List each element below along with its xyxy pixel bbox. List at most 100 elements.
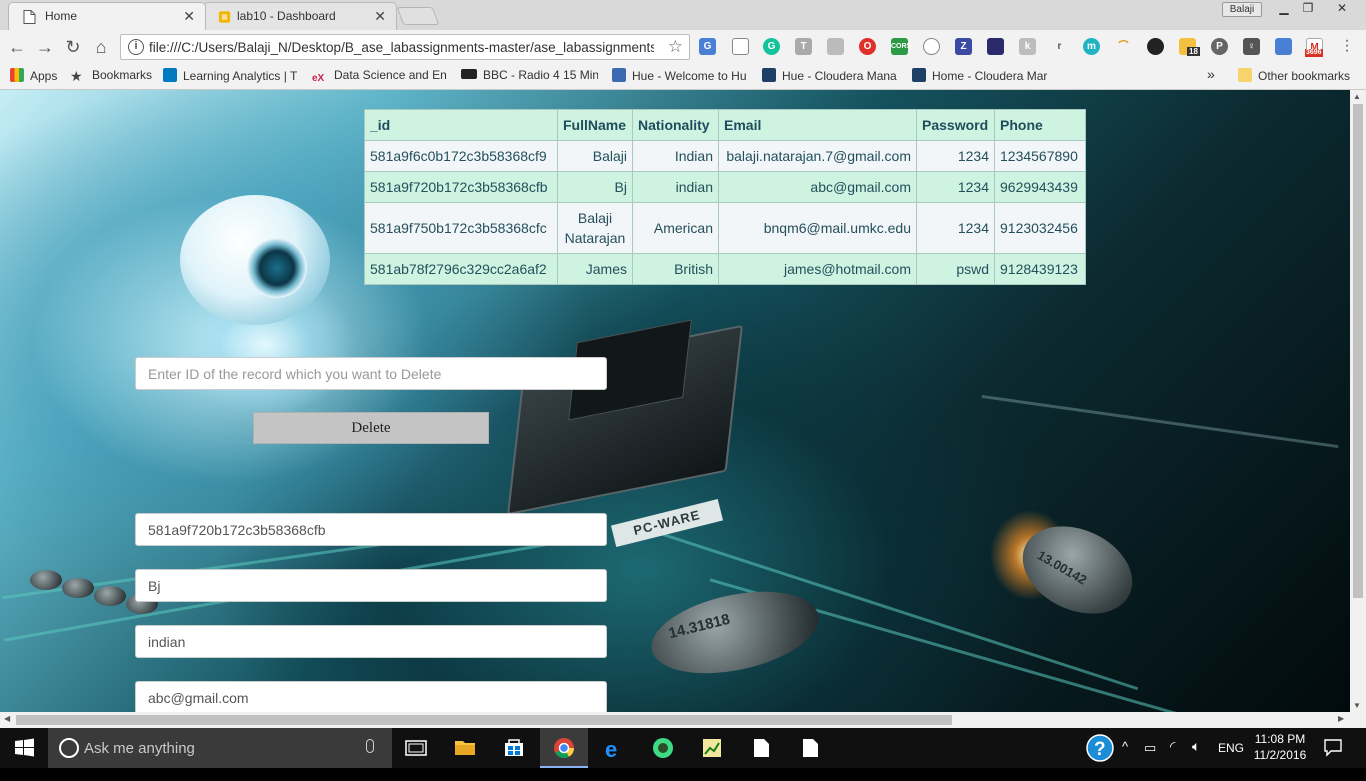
edge-icon[interactable]: e [590,728,638,768]
show-hidden-icons[interactable]: ^ [1122,739,1128,779]
rainbow-extension-icon[interactable]: ⌒ [1115,38,1132,55]
windows-logo-icon [15,738,34,757]
scroll-right-icon[interactable]: ▶ [1338,714,1344,723]
wifi-icon[interactable]: ◜ [1170,738,1175,778]
bookmark-data-science[interactable]: eX Data Science and Eng [312,68,447,86]
cell-email: bnqm6@mail.umkc.edu [718,202,917,254]
record-id-field[interactable] [135,513,607,546]
help-icon[interactable]: ? [1084,733,1116,763]
m-extension-icon[interactable]: m [1083,38,1100,55]
vertical-scrollbar[interactable]: ▲ ▼ [1350,90,1366,712]
menu-icon[interactable]: · · · [1342,33,1352,59]
p-extension-icon[interactable]: P [1211,38,1228,55]
email-field[interactable] [135,681,607,712]
bookmark-hue-welcome[interactable]: Hue - Welcome to Hu [612,68,749,86]
table-header-row: _id FullName Nationality Email Password … [364,109,1086,141]
fullname-field[interactable] [135,569,607,602]
cors-extension-icon[interactable]: CORS [891,38,911,55]
translate-extension-icon[interactable]: G [699,38,716,55]
table-row: 581a9f750b172c3b58368cfc Balaji Nataraja… [364,202,1086,254]
address-bar[interactable]: i file:///C:/Users/Balaji_N/Desktop/B_as… [120,34,690,60]
language-indicator[interactable]: ENG [1218,741,1244,781]
horizontal-scroll-thumb[interactable] [16,715,952,725]
bookmark-star-icon[interactable]: ☆ [668,37,683,57]
bookmark-hue-cloudera[interactable]: Hue - Cloudera Mana [762,68,899,86]
file-explorer-icon[interactable] [441,728,489,768]
drive-extension-icon[interactable] [827,38,844,55]
tab-lab10-dashboard[interactable]: lab10 - Dashboard ✕ [203,2,397,30]
header-fullname: FullName [557,109,633,141]
screen-extension-icon[interactable] [1275,38,1292,55]
delete-id-input[interactable] [135,357,607,390]
cortana-search[interactable]: Ask me anything [48,728,392,768]
cell-id: 581a9f6c0b172c3b58368cf9 [364,140,558,172]
microphone-icon[interactable] [366,739,374,753]
chart-app-icon[interactable] [688,728,736,768]
battery-icon[interactable]: ▭ [1144,740,1156,780]
document-extension-icon[interactable] [732,38,749,55]
gmail-extension-icon[interactable]: M 3696 [1305,38,1323,57]
cell-fullname: Balaji [557,140,633,172]
document-icon[interactable] [786,728,834,768]
scroll-up-icon[interactable]: ▲ [1353,92,1361,101]
new-tab-button[interactable] [396,7,440,25]
bookmark-bbc-radio[interactable]: BBC - Radio 4 15 Min [461,68,598,86]
lightbulb-extension-icon[interactable]: ♀ [1243,38,1260,55]
forward-icon[interactable]: → [34,36,56,58]
circuit-trace [981,394,1339,449]
cell-phone: 1234567890 [994,140,1086,172]
tab-home[interactable]: Home ✕ [8,2,206,30]
store-icon[interactable] [490,728,538,768]
cell-phone: 9123032456 [994,202,1086,254]
capacitor [30,570,62,590]
bookmarks-overflow-icon[interactable]: » [1207,66,1215,84]
opera-extension-icon[interactable]: O [859,38,876,55]
astronomy-extension-icon[interactable] [987,38,1004,55]
svg-text:?: ? [1094,739,1106,760]
chrome-icon[interactable] [540,728,588,768]
profile-button[interactable]: Balaji [1222,2,1262,17]
scroll-left-icon[interactable]: ◀ [4,714,10,723]
bookmark-other[interactable]: Other bookmarks [1238,68,1350,86]
weather-extension-icon[interactable]: 18 [1179,38,1200,56]
vertical-scroll-thumb[interactable] [1353,104,1363,598]
cell-email: james@hotmail.com [718,253,917,285]
task-view-icon[interactable] [392,728,440,768]
back-icon[interactable]: ← [6,36,28,58]
close-tab-icon[interactable]: ✕ [374,8,386,25]
cortana-icon [59,738,79,758]
records-table: _id FullName Nationality Email Password … [364,109,1086,285]
android-studio-icon[interactable] [639,728,687,768]
notification-center-icon[interactable] [1322,737,1344,757]
clock[interactable]: 11:08 PM 11/2/2016 [1252,731,1308,763]
scroll-down-icon[interactable]: ▼ [1353,701,1361,710]
bookmark-label: Learning Analytics | Tr [183,69,297,83]
reader-extension-icon[interactable]: T [795,38,812,55]
clock-extension-icon[interactable] [923,38,940,55]
document-icon[interactable] [737,728,785,768]
zotero-extension-icon[interactable]: Z [955,38,972,55]
nationality-field[interactable] [135,625,607,658]
restore-icon[interactable]: ❐ [1294,0,1322,18]
bookmark-learning-analytics[interactable]: Learning Analytics | Tr [163,68,297,86]
delete-button[interactable]: Delete [253,412,489,444]
bookmark-apps[interactable]: Apps [10,68,57,86]
bookmark-home-cloudera[interactable]: Home - Cloudera Mar [912,68,1049,86]
color-picker-extension-icon[interactable] [1147,38,1164,55]
capacitor [94,586,126,606]
bookmark-bookmarks[interactable]: ★ Bookmarks [70,68,152,86]
close-tab-icon[interactable]: ✕ [183,8,195,25]
start-button[interactable] [0,728,48,768]
grammarly-extension-icon[interactable]: G [763,38,780,55]
r-extension-icon[interactable]: r [1051,38,1068,55]
url-text[interactable]: file:///C:/Users/Balaji_N/Desktop/B_ase_… [149,40,654,55]
volume-icon[interactable]: 🔈︎ [1192,738,1200,778]
info-icon[interactable]: i [128,39,144,55]
reload-icon[interactable]: ↻ [62,36,84,58]
cell-password: 1234 [916,171,995,203]
window-close-icon[interactable]: ✕ [1322,0,1362,18]
k-extension-icon[interactable]: k [1019,38,1036,55]
horizontal-scrollbar[interactable]: ◀ ▶ [0,712,1366,728]
table-row: 581ab78f2796c329cc2a6af2 James British j… [364,253,1086,285]
home-icon[interactable]: ⌂ [90,36,112,58]
